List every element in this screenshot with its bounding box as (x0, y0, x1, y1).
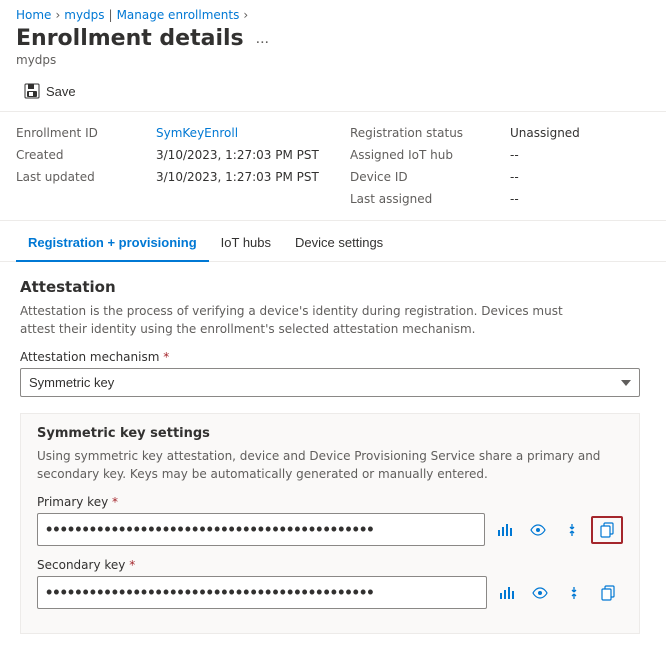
copy-icon-2 (600, 585, 616, 601)
primary-key-copy-btn[interactable] (591, 516, 623, 544)
primary-key-input[interactable] (37, 513, 485, 546)
mechanism-required: * (163, 350, 169, 364)
last-updated-label: Last updated (16, 168, 156, 186)
swap-icon-2 (566, 585, 582, 601)
secondary-key-generate-btn[interactable] (491, 580, 521, 606)
eye-icon-2 (532, 585, 548, 601)
secondary-key-row (37, 576, 623, 609)
tab-device-settings[interactable]: Device settings (283, 225, 395, 262)
breadcrumb-home[interactable]: Home (16, 8, 51, 22)
primary-key-refresh-btn[interactable] (557, 517, 587, 543)
last-assigned-value: -- (510, 190, 650, 208)
assigned-hub-value: -- (510, 146, 650, 164)
save-button[interactable]: Save (16, 79, 84, 103)
primary-key-group: Primary key * (37, 495, 623, 546)
symkey-desc: Using symmetric key attestation, device … (37, 447, 623, 483)
info-grid: Enrollment ID SymKeyEnroll Registration … (0, 112, 666, 221)
generate-icon (496, 522, 512, 538)
symmetric-key-settings: Symmetric key settings Using symmetric k… (20, 413, 640, 634)
primary-key-required: * (112, 495, 118, 509)
secondary-key-group: Secondary key * (37, 558, 623, 609)
breadcrumb-mydps[interactable]: mydps (64, 8, 104, 22)
save-label: Save (46, 84, 76, 99)
enrollment-id-label: Enrollment ID (16, 124, 156, 142)
secondary-key-show-btn[interactable] (525, 580, 555, 606)
ellipsis-button[interactable]: ... (252, 28, 273, 50)
primary-key-generate-btn[interactable] (489, 517, 519, 543)
secondary-key-copy-btn[interactable] (593, 580, 623, 606)
primary-key-row (37, 513, 623, 546)
page-header: Enrollment details ... mydps (0, 26, 666, 75)
copy-icon (599, 522, 615, 538)
mechanism-select[interactable]: Symmetric key TPM X.509 (20, 368, 640, 397)
secondary-key-label: Secondary key * (37, 558, 623, 572)
attestation-desc: Attestation is the process of verifying … (20, 302, 600, 338)
content-area: Attestation Attestation is the process o… (0, 262, 666, 650)
secondary-key-required: * (129, 558, 135, 572)
generate-icon-2 (498, 585, 514, 601)
mechanism-label: Attestation mechanism * (20, 350, 646, 364)
tabs-container: Registration + provisioning IoT hubs Dev… (0, 225, 666, 262)
breadcrumb-manage[interactable]: Manage enrollments (117, 8, 240, 22)
breadcrumb-pipe: | (109, 8, 113, 22)
toolbar: Save (0, 75, 666, 112)
device-id-value: -- (510, 168, 650, 186)
breadcrumb-sep-1: › (55, 8, 60, 22)
secondary-key-input[interactable] (37, 576, 487, 609)
page-subtitle: mydps (16, 51, 650, 67)
last-assigned-label: Last assigned (350, 190, 510, 208)
breadcrumb-sep-2: › (243, 8, 248, 22)
enrollment-id-value: SymKeyEnroll (156, 124, 350, 142)
primary-key-label: Primary key * (37, 495, 623, 509)
primary-key-show-btn[interactable] (523, 517, 553, 543)
attestation-title: Attestation (20, 278, 646, 296)
last-updated-value: 3/10/2023, 1:27:03 PM PST (156, 168, 350, 186)
tab-iot-hubs[interactable]: IoT hubs (209, 225, 283, 262)
tab-registration[interactable]: Registration + provisioning (16, 225, 209, 262)
swap-icon (564, 522, 580, 538)
reg-status-value: Unassigned (510, 124, 650, 142)
created-label: Created (16, 146, 156, 164)
assigned-hub-label: Assigned IoT hub (350, 146, 510, 164)
secondary-key-refresh-btn[interactable] (559, 580, 589, 606)
page-title: Enrollment details (16, 26, 244, 51)
eye-icon (530, 522, 546, 538)
save-icon (24, 83, 40, 99)
breadcrumb: Home › mydps | Manage enrollments › (0, 0, 666, 26)
reg-status-label: Registration status (350, 124, 510, 142)
symkey-title: Symmetric key settings (37, 426, 623, 441)
device-id-label: Device ID (350, 168, 510, 186)
created-value: 3/10/2023, 1:27:03 PM PST (156, 146, 350, 164)
